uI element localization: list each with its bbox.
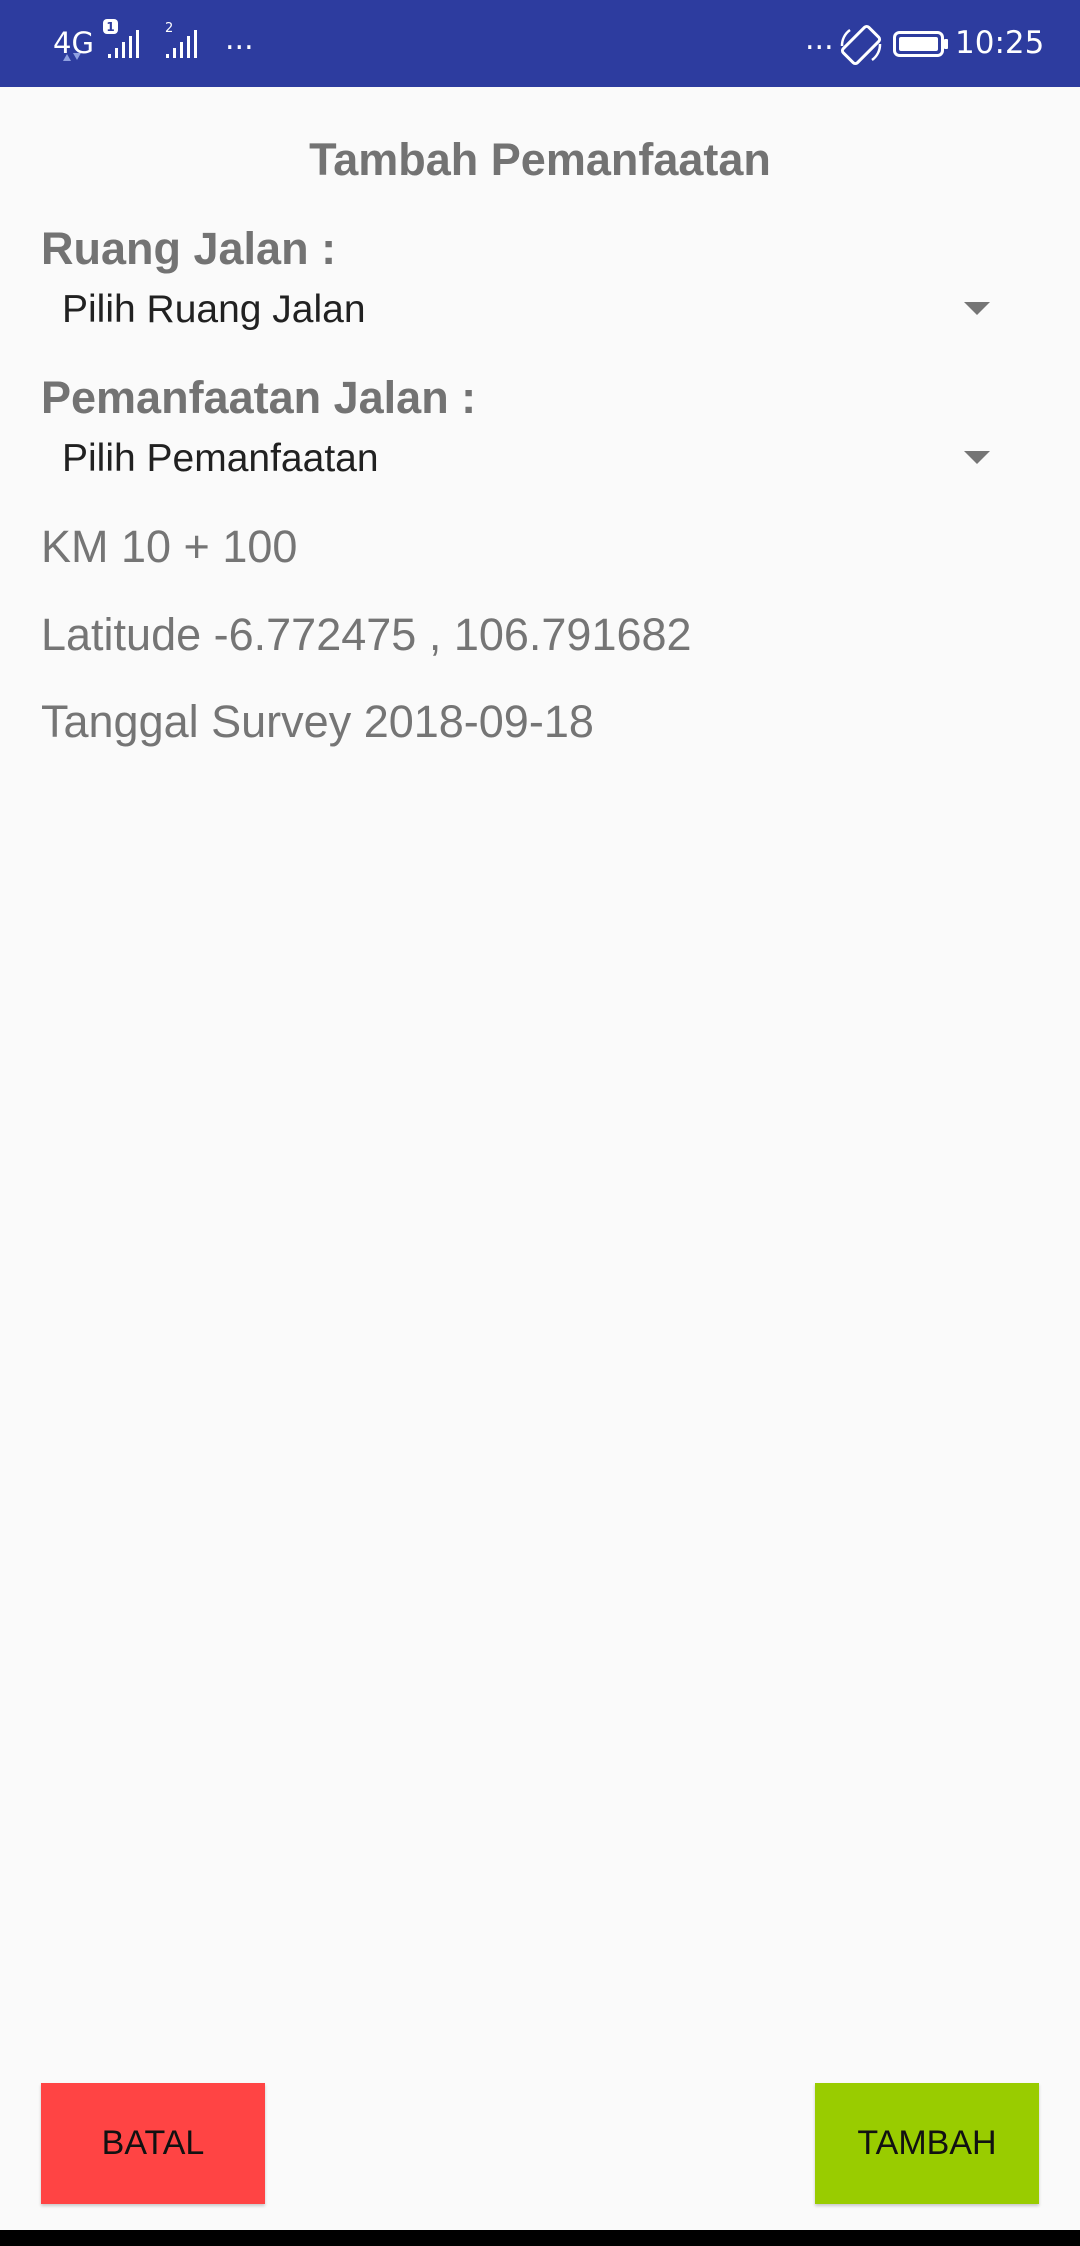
dropdown-arrow-icon — [964, 451, 990, 464]
pemanfaatan-jalan-spinner[interactable]: Pilih Pemanfaatan — [41, 419, 1001, 499]
network-arrows-icon — [63, 53, 81, 61]
status-bar: 4G 1 2 ... ... 10:25 — [0, 0, 1080, 87]
screen: 4G 1 2 ... ... 10:25 Tambah Pemanfaatan … — [0, 0, 1080, 2246]
pemanfaatan-jalan-selected-value: Pilih Pemanfaatan — [62, 437, 379, 480]
ruang-jalan-selected-value: Pilih Ruang Jalan — [62, 288, 366, 331]
ruang-jalan-spinner[interactable]: Pilih Ruang Jalan — [41, 270, 1001, 350]
auto-rotate-icon — [840, 24, 882, 66]
signal-sim2-icon: 2 — [165, 21, 197, 58]
navigation-bar — [0, 2230, 1080, 2246]
batal-button[interactable]: BATAL — [41, 2083, 265, 2204]
dropdown-arrow-icon — [964, 302, 990, 315]
sim1-badge: 1 — [106, 20, 114, 34]
sim2-badge: 2 — [165, 21, 173, 36]
network-type: 4G — [53, 26, 94, 60]
km-text: KM 10 + 100 — [41, 521, 298, 572]
clock: 10:25 — [955, 25, 1045, 61]
page-title: Tambah Pemanfaatan — [309, 134, 771, 185]
battery-icon — [893, 31, 948, 57]
latitude-text: Latitude -6.772475 , 106.791682 — [41, 609, 692, 660]
tanggal-survey-text: Tanggal Survey 2018-09-18 — [41, 696, 594, 747]
tambah-button[interactable]: TAMBAH — [815, 2083, 1039, 2204]
more-notifications-right: ... — [805, 22, 834, 57]
signal-sim1-icon: 1 — [103, 19, 139, 58]
more-notifications-left: ... — [225, 22, 254, 57]
